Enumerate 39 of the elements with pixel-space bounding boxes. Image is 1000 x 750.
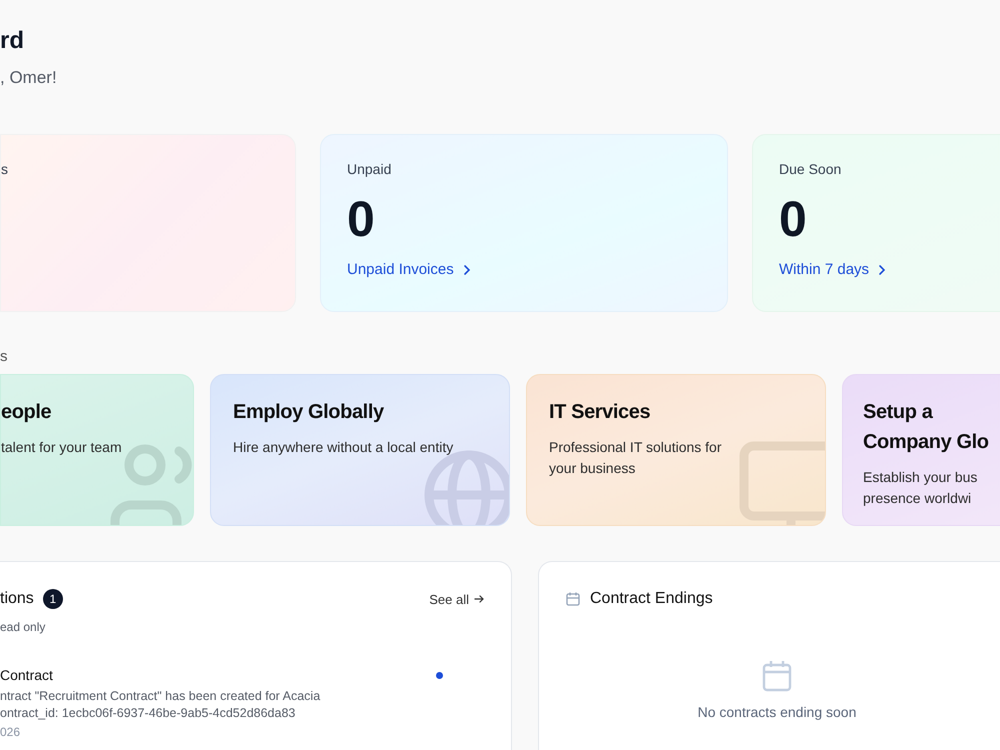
count-badge: 1 [42, 589, 63, 609]
service-card[interactable]: IT Services Professional IT solutions for your business [526, 374, 826, 526]
notification-item[interactable]: Contract ntract "Recruitment Contract" has been created for Acacia ontract_id: 1ecbc06f-6937-46be-9ab5-4cd52d86da83 026 [0, 666, 485, 740]
page-title: rd [0, 26, 25, 56]
service-card[interactable]: Employ Globally Hire anywhere without a local entity [210, 374, 510, 526]
service-card[interactable]: eople talent for your team [0, 374, 194, 526]
panel-title: tions [0, 590, 34, 608]
filter-label[interactable]: ead only [0, 620, 46, 634]
service-title: Employ Globally [233, 400, 385, 425]
service-card[interactable]: Setup a Company Glo Establish your bus presence worldwi [842, 374, 1000, 526]
welcome-text: , Omer! [0, 68, 58, 88]
empty-state-text: No contracts ending soon [698, 704, 856, 720]
chevron-right-icon [462, 264, 472, 276]
service-title: eople [1, 400, 52, 425]
notification-date: 026 [0, 724, 22, 740]
stat-label: s [1, 161, 9, 177]
panel-title: Contract Endings [590, 590, 713, 608]
service-title: IT Services [549, 400, 652, 425]
section-heading: s [0, 348, 8, 366]
service-description: talent for your team [1, 438, 123, 457]
arrow-right-icon [474, 594, 485, 604]
stat-value: 0 [347, 191, 376, 247]
stat-label: Unpaid [347, 161, 392, 177]
service-description: Establish your bus presence worldwi [863, 468, 978, 508]
stat-link[interactable]: Unpaid Invoices [347, 261, 472, 278]
stat-value: 0 [779, 191, 808, 247]
service-description: Professional IT solutions for your business [549, 438, 722, 478]
calendar-icon [565, 591, 581, 607]
notification-title: Contract [0, 666, 54, 684]
notification-detail: ontract_id: 1ecbc06f-6937-46be-9ab5-4cd52d86da83 [0, 705, 296, 722]
see-all-link[interactable]: See all [429, 592, 485, 606]
calendar-icon [762, 660, 792, 692]
monitor-icon [739, 441, 825, 525]
chevron-right-icon [877, 264, 888, 276]
service-title: Setup a Company Glo [863, 400, 990, 455]
stat-label: Due Soon [779, 161, 842, 177]
stat-link[interactable]: Within 7 days [779, 261, 888, 278]
service-description: Hire anywhere without a local entity [233, 438, 454, 457]
notification-message: ntract "Recruitment Contract" has been created for Acacia [0, 688, 320, 705]
